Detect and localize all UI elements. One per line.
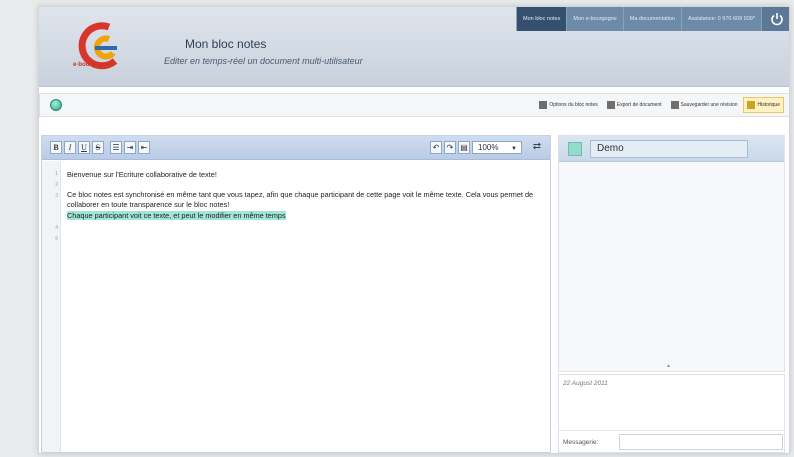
indent-button[interactable]: ⇥ (124, 141, 136, 154)
user-name-field[interactable]: Demo (590, 140, 748, 158)
italic-button[interactable]: I (64, 141, 76, 154)
save-revision-button[interactable]: Sauvegarder une révision (668, 97, 741, 113)
power-button[interactable] (761, 7, 789, 31)
history-label: Historique (757, 102, 780, 108)
save-icon (670, 101, 679, 109)
document-line (67, 180, 536, 190)
line-number: 2 (55, 182, 58, 188)
connection-status-icon (50, 99, 62, 111)
line-number: 5 (55, 236, 58, 242)
zoom-select[interactable]: 100% ▼ (472, 141, 522, 154)
power-icon (770, 13, 783, 26)
header: e-bourgogne Mon bloc notes Editer en tem… (39, 7, 789, 87)
options-button[interactable]: Options du bloc notes (536, 97, 600, 113)
document-body[interactable]: Bienvenue sur l'Ecriture collaborative d… (67, 170, 536, 221)
user-row: Demo (559, 136, 784, 162)
text-editor: B I U S ☰ ⇥ ⇤ ↶ ↷ ▤ 100% ▼ ⇄ 1 2 3 4 5 B… (41, 135, 551, 453)
editor-toolbar: B I U S ☰ ⇥ ⇤ ↶ ↷ ▤ 100% ▼ ⇄ (42, 136, 550, 160)
nav-tab-documentation[interactable]: Ma documentation (622, 7, 682, 31)
import-button[interactable]: ▤ (458, 141, 470, 154)
history-button[interactable]: Historique (743, 97, 784, 113)
bullet-list-button[interactable]: ☰ (110, 141, 122, 154)
swap-icon[interactable]: ⇄ (530, 141, 544, 154)
zoom-value: 100% (478, 143, 499, 152)
page-title: Mon bloc notes (185, 37, 267, 51)
options-label: Options du bloc notes (549, 102, 598, 108)
export-icon (606, 101, 615, 109)
nav-tab-assistance[interactable]: Assistance: 0 970 609 909* (681, 7, 761, 31)
user-color-swatch[interactable] (568, 142, 582, 156)
nav-tab-bloc-notes[interactable]: Mon bloc notes (516, 7, 567, 31)
format-buttons: B I U S ☰ ⇥ ⇤ (50, 141, 150, 154)
undo-button[interactable]: ↶ (430, 141, 442, 154)
main-toolbar: Options du bloc notes Export de document… (39, 93, 789, 117)
document-line-highlighted: Chaque participant voit ce texte, et peu… (67, 210, 286, 220)
chevron-down-icon: ▼ (511, 146, 517, 152)
bold-button[interactable]: B (50, 141, 62, 154)
document-line: Bienvenue sur l'Ecriture collaborative d… (67, 170, 217, 179)
page-subtitle: Editer en temps-réel un document multi-u… (164, 56, 363, 66)
line-number-gutter: 1 2 3 4 5 (42, 161, 61, 452)
e-bourgogne-logo (78, 22, 118, 70)
save-label: Sauvegarder une révision (680, 102, 738, 108)
chat-input[interactable] (619, 434, 783, 450)
line-number: 4 (55, 225, 58, 231)
underline-button[interactable]: U (78, 141, 90, 154)
chat-date: 22 August 2011 (563, 380, 608, 387)
export-button[interactable]: Export de document (604, 97, 665, 113)
resize-handle[interactable]: ▴ (667, 362, 670, 369)
history-icon (747, 101, 756, 109)
document-icon (539, 101, 548, 109)
strikethrough-button[interactable]: S (92, 141, 104, 154)
line-number: 1 (55, 171, 58, 177)
line-number: 3 (55, 193, 58, 199)
top-nav: Mon bloc notes Mon e-bourgogne Ma docume… (516, 7, 789, 31)
redo-button[interactable]: ↷ (444, 141, 456, 154)
editor-right-tools: ↶ ↷ ▤ 100% ▼ ⇄ (430, 141, 544, 154)
chat-panel: 22 August 2011 Messagerie: (558, 374, 785, 453)
nav-tab-e-bourgogne[interactable]: Mon e-bourgogne (566, 7, 623, 31)
export-label: Export de document (616, 102, 662, 108)
outdent-button[interactable]: ⇤ (138, 141, 150, 154)
logo-text: e-bourgogne (73, 62, 110, 68)
chat-label: Messagerie: (563, 439, 599, 446)
users-panel: Demo ▴ (558, 135, 785, 372)
app-frame: e-bourgogne Mon bloc notes Editer en tem… (38, 6, 790, 454)
document-line: Ce bloc notes est synchronisé en même ta… (67, 190, 534, 210)
chat-log: 22 August 2011 (559, 375, 784, 431)
toolbar-actions: Options du bloc notes Export de document… (536, 97, 784, 113)
